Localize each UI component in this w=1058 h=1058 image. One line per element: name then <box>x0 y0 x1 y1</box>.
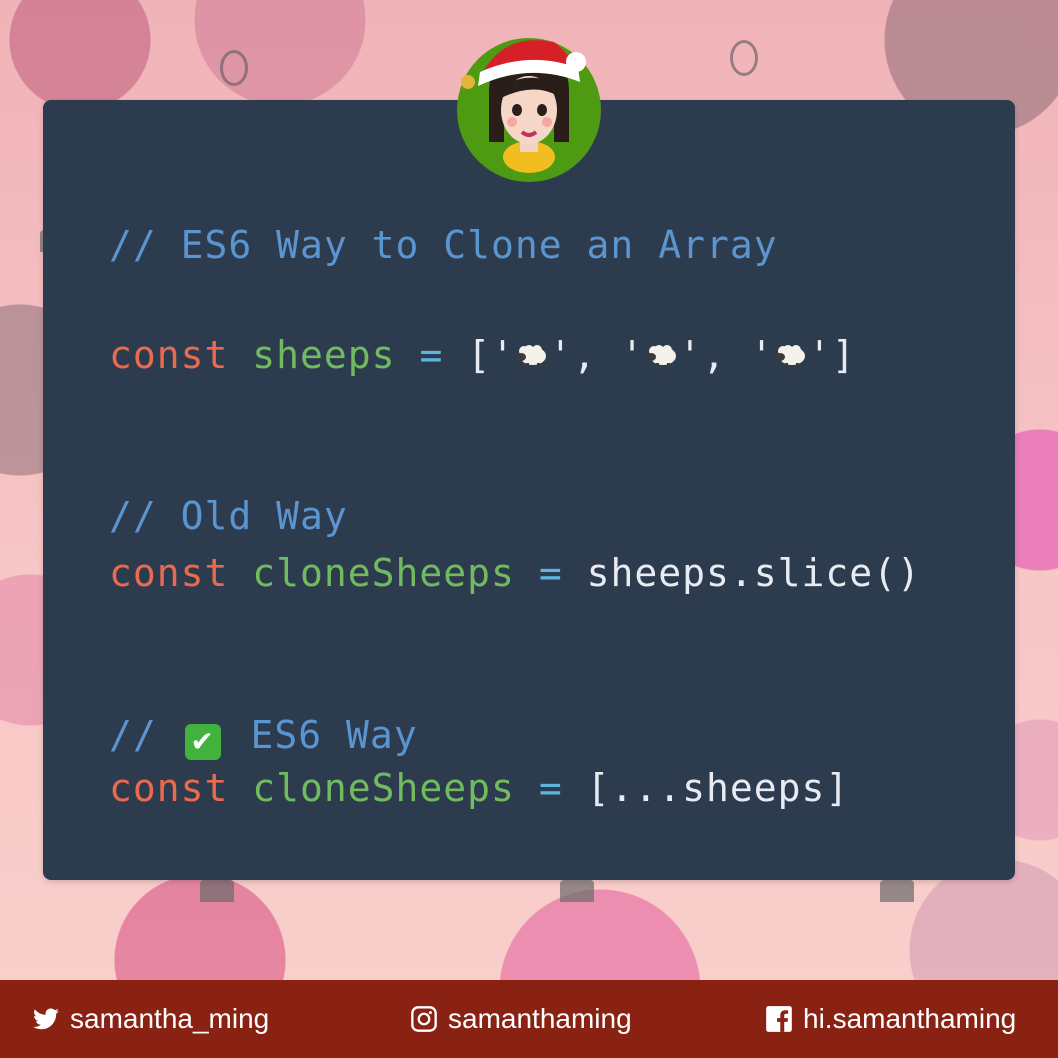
code-line-old: const cloneSheeps = sheeps.slice() <box>109 550 921 596</box>
instagram-icon <box>411 1006 437 1032</box>
twitter-handle: samantha_ming <box>70 1003 270 1034</box>
array-separator: ', ' <box>678 333 775 377</box>
facebook-handle: hi.samanthaming <box>803 1003 1017 1034</box>
comment-es6-label: ES6 Way <box>250 713 418 757</box>
variable-sheeps: sheeps <box>252 333 396 377</box>
sheep-icon <box>645 345 676 369</box>
variable-clone-sheeps: cloneSheeps <box>252 551 515 595</box>
sheep-icon <box>775 345 806 369</box>
ornament-cap <box>880 880 914 902</box>
comment-old-way: // Old Way <box>109 494 348 538</box>
array-open: [' <box>467 333 515 377</box>
facebook-icon <box>766 1006 792 1032</box>
variable-clone-sheeps: cloneSheeps <box>252 766 515 810</box>
sheep-icon <box>516 345 546 369</box>
comment-prefix: // <box>109 713 157 757</box>
twitter-icon <box>33 1008 59 1030</box>
check-mark-icon: ✔ <box>184 724 221 760</box>
spread-array: [...sheeps] <box>586 766 850 810</box>
instagram-link[interactable]: samanthaming <box>410 980 632 1058</box>
array-separator: ', ' <box>549 333 645 377</box>
footer-bar: samantha_ming samanthaming hi.samanthami… <box>0 980 1058 1058</box>
ornament-loop <box>730 40 758 76</box>
slice-call: sheeps.slice() <box>586 551 921 595</box>
keyword-const: const <box>109 551 229 595</box>
instagram-handle: samanthaming <box>448 1003 632 1034</box>
avatar-icon <box>457 38 601 182</box>
code-line-es6: const cloneSheeps = [...sheeps] <box>109 765 849 811</box>
assign-operator: = <box>538 766 563 810</box>
assign-operator: = <box>419 333 444 377</box>
twitter-link[interactable]: samantha_ming <box>32 980 269 1058</box>
keyword-const: const <box>109 333 229 377</box>
comment-title: // ES6 Way to Clone an Array <box>109 223 778 267</box>
ornament-cap <box>560 880 594 902</box>
comment-es6-way: // ✔ ES6 Way <box>109 712 418 760</box>
keyword-const: const <box>109 766 229 810</box>
ornament-loop <box>220 50 248 86</box>
assign-operator: = <box>538 551 563 595</box>
code-line-sheeps: const sheeps = [' ', ' ', ' '] <box>109 332 856 378</box>
facebook-link[interactable]: hi.samanthaming <box>765 980 1016 1058</box>
ornament-cap <box>200 880 234 902</box>
code-panel: // ES6 Way to Clone an Array const sheep… <box>43 100 1015 880</box>
array-close: '] <box>808 333 856 377</box>
